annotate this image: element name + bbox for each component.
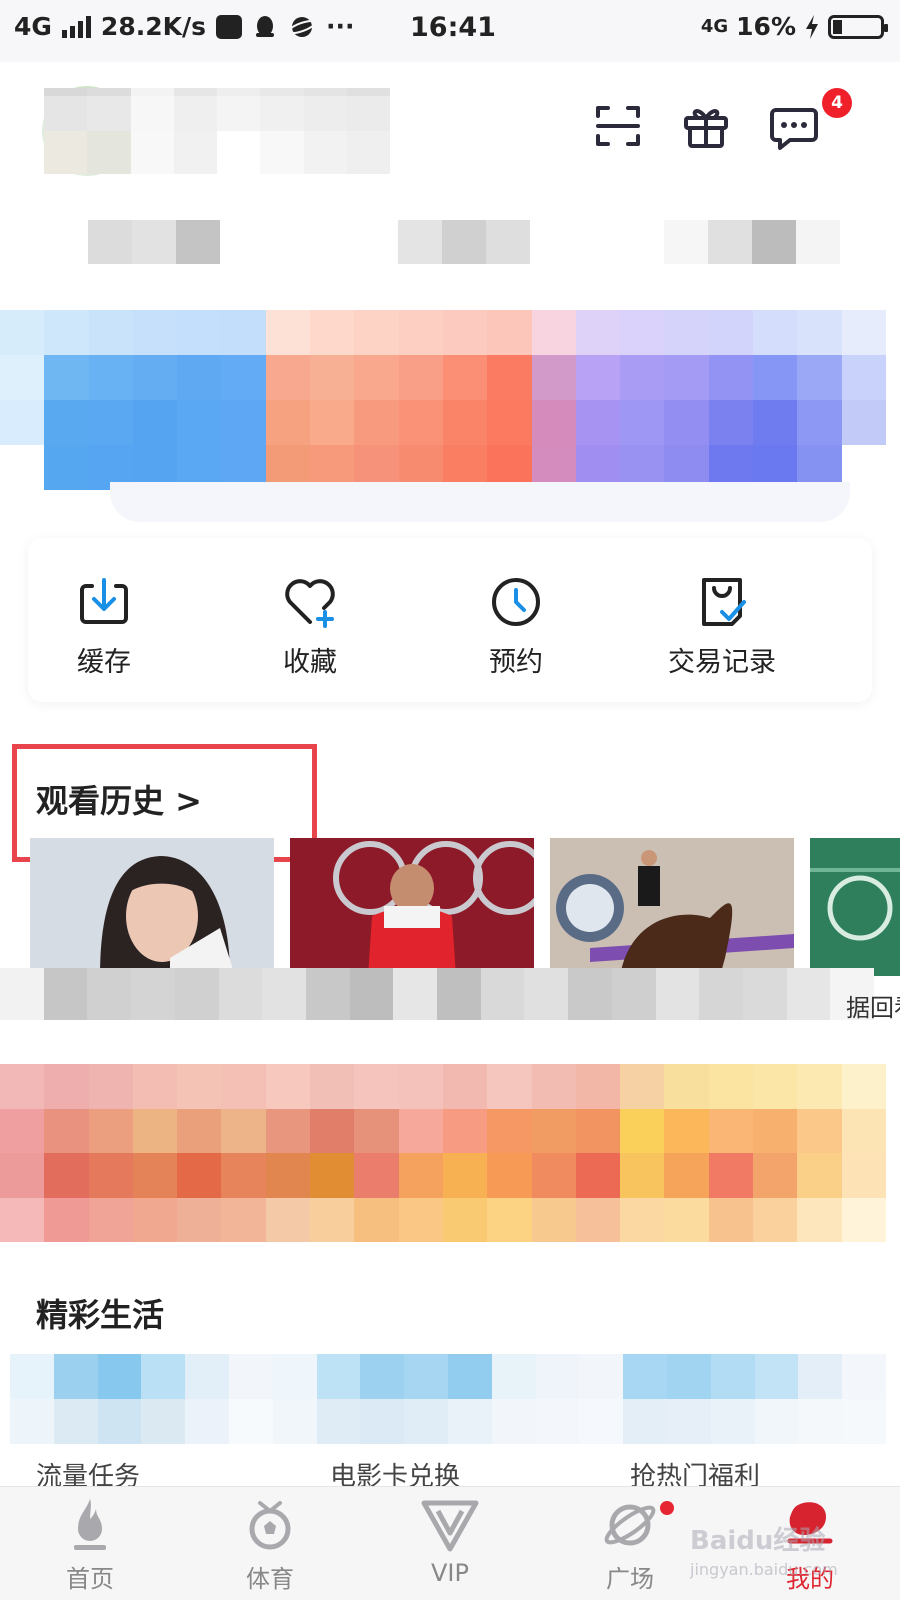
quick-action-label: 预约 <box>489 647 543 678</box>
history-thumbnail-4[interactable] <box>810 838 900 976</box>
quick-actions-card: 缓存 收藏 预约 交易记录 <box>28 538 872 702</box>
charging-icon <box>806 14 818 39</box>
heart-plus-icon <box>285 579 335 628</box>
tab-label: 广场 <box>606 1565 654 1593</box>
tab-label: 体育 <box>246 1565 294 1593</box>
baidu-watermark: Baidu经验 <box>690 1526 826 1556</box>
qq-icon <box>256 15 274 37</box>
notification-badge: 4 <box>822 88 852 118</box>
quick-action-label: 缓存 <box>77 647 131 678</box>
quick-action-label: 交易记录 <box>668 647 776 678</box>
battery-icon <box>828 14 888 39</box>
browser-icon <box>288 16 316 37</box>
network-speed: 28.2K/s <box>100 12 206 41</box>
clock: 16:41 <box>410 12 496 43</box>
stat-pixelated-3 <box>664 220 840 264</box>
stat-pixelated-2 <box>398 220 530 264</box>
history-thumbnail-1[interactable] <box>30 838 274 976</box>
sport-icon <box>249 1501 291 1550</box>
tab-home[interactable]: 首页 <box>30 1495 150 1594</box>
clock-icon <box>492 578 540 626</box>
network-indicator-right: 4G <box>700 15 729 37</box>
life-card-label-1[interactable]: 流量任务 <box>36 1456 140 1486</box>
app-notification-icon <box>216 14 242 39</box>
tab-vip[interactable]: VIP <box>390 1495 510 1587</box>
quick-action-label: 收藏 <box>283 647 337 678</box>
message-icon[interactable] <box>766 98 822 154</box>
more-notifications: ··· <box>326 12 355 41</box>
header-blur-overlay <box>0 96 600 186</box>
vip-banner-pixelated[interactable] <box>0 310 886 490</box>
history-item-title-partial: 据回看 <box>846 994 900 1022</box>
baidu-watermark-url: jingyan.baidu.com <box>690 1560 838 1579</box>
promo-banner-pixelated[interactable] <box>0 1064 886 1242</box>
network-indicator: 4G <box>14 12 52 41</box>
battery-percent: 16% <box>736 12 796 41</box>
banner-shadow <box>110 482 850 522</box>
cache-button[interactable]: 缓存 <box>14 572 194 679</box>
planet-icon <box>604 1504 656 1546</box>
scan-icon[interactable] <box>590 98 646 154</box>
history-thumbnail-3[interactable] <box>550 838 794 976</box>
flame-icon <box>74 1499 106 1550</box>
status-bar: 4G 28.2K/s ··· 16:41 4G 16% <box>0 0 900 62</box>
favorites-button[interactable]: 收藏 <box>220 572 400 679</box>
history-thumbnail-2[interactable] <box>290 838 534 976</box>
transactions-button[interactable]: 交易记录 <box>632 572 812 679</box>
signal-icon <box>61 15 91 38</box>
life-section-title: 精彩生活 <box>36 1296 165 1334</box>
square-notification-dot <box>660 1501 674 1515</box>
history-titles-pixelated <box>0 968 874 1020</box>
life-card-label-3[interactable]: 抢热门福利 <box>630 1456 760 1486</box>
download-icon <box>80 578 128 624</box>
stat-pixelated-1 <box>88 220 220 264</box>
vip-icon <box>421 1500 479 1552</box>
bag-check-icon <box>702 578 746 626</box>
gift-icon[interactable] <box>678 98 734 154</box>
tab-sports[interactable]: 体育 <box>210 1495 330 1594</box>
reservation-button[interactable]: 预约 <box>426 572 606 679</box>
life-card-label-2[interactable]: 电影卡兑换 <box>330 1456 460 1486</box>
tab-label: 首页 <box>66 1565 114 1593</box>
tab-label: VIP <box>431 1559 469 1587</box>
life-cards-pixelated <box>10 1354 886 1444</box>
